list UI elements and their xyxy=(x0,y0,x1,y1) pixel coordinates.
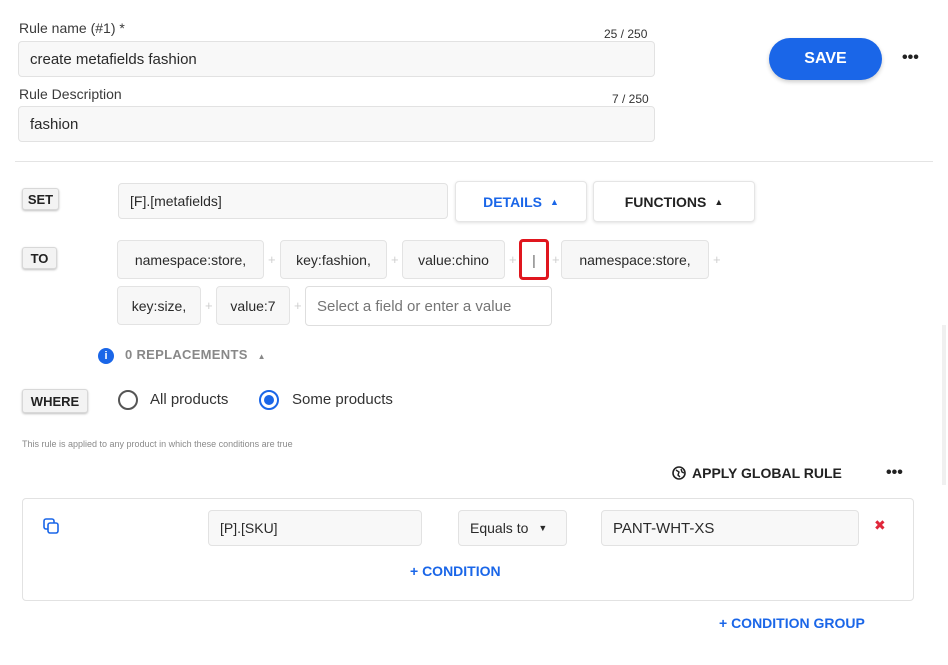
operator-label: Equals to xyxy=(470,520,529,536)
more-options-icon[interactable]: ••• xyxy=(902,49,919,67)
section-divider xyxy=(15,161,933,162)
where-helper-text: This rule is applied to any product in w… xyxy=(22,439,293,449)
caret-up-icon: ▲ xyxy=(549,196,559,207)
condition-value-input[interactable]: PANT-WHT-XS xyxy=(601,510,859,546)
chevron-down-icon: ▼ xyxy=(538,523,548,533)
to-chip[interactable]: namespace:store, xyxy=(561,240,709,279)
plus-icon[interactable]: + xyxy=(268,252,276,267)
remove-condition-icon[interactable]: ✖ xyxy=(874,517,886,534)
rule-description-counter: 7 / 250 xyxy=(612,92,649,106)
where-tag: WHERE xyxy=(22,389,88,413)
replacements-toggle[interactable]: 0 REPLACEMENTS ▲ xyxy=(125,347,266,362)
globe-icon xyxy=(672,466,686,480)
radio-all-products-label: All products xyxy=(150,391,229,408)
to-chip-separator-highlighted[interactable]: | xyxy=(519,239,549,280)
save-button[interactable]: SAVE xyxy=(769,38,882,80)
to-chip[interactable]: key:fashion, xyxy=(280,240,387,279)
plus-icon[interactable]: + xyxy=(294,298,302,313)
plus-icon[interactable]: + xyxy=(713,252,721,267)
rule-name-label: Rule name (#1) * xyxy=(19,20,125,36)
condition-field-input[interactable]: [P].[SKU] xyxy=(208,510,422,546)
details-label: DETAILS xyxy=(483,193,542,210)
copy-icon[interactable] xyxy=(43,518,59,534)
to-chip[interactable]: value:7 xyxy=(216,286,290,325)
caret-up-icon: ▲ xyxy=(714,196,724,207)
radio-some-products-label: Some products xyxy=(292,391,393,408)
scrollbar[interactable] xyxy=(942,325,946,485)
to-chip[interactable]: namespace:store, xyxy=(117,240,264,279)
to-value-input[interactable] xyxy=(305,286,552,326)
functions-label: FUNCTIONS xyxy=(624,193,707,210)
add-condition-button[interactable]: + CONDITION xyxy=(410,563,501,579)
functions-button[interactable]: FUNCTIONS ▲ xyxy=(593,181,755,222)
to-tag: TO xyxy=(22,247,57,269)
apply-global-rule-button[interactable]: APPLY GLOBAL RULE xyxy=(672,465,842,481)
global-more-icon[interactable]: ••• xyxy=(886,464,903,482)
radio-some-products[interactable] xyxy=(259,390,279,410)
to-chip[interactable]: value:chino xyxy=(402,240,505,279)
plus-icon[interactable]: + xyxy=(391,252,399,267)
add-condition-group-button[interactable]: + CONDITION GROUP xyxy=(719,615,865,631)
caret-up-icon: ▲ xyxy=(257,352,266,361)
set-field-input[interactable]: [F].[metafields] xyxy=(118,183,448,219)
apply-global-rule-label: APPLY GLOBAL RULE xyxy=(692,465,842,481)
to-chip[interactable]: key:size, xyxy=(117,286,201,325)
plus-icon[interactable]: + xyxy=(509,252,517,267)
rule-description-label: Rule Description xyxy=(19,86,122,102)
rule-description-input[interactable]: fashion xyxy=(18,106,655,142)
radio-all-products[interactable] xyxy=(118,390,138,410)
details-button[interactable]: DETAILS ▲ xyxy=(455,181,587,222)
condition-operator-select[interactable]: Equals to ▼ xyxy=(458,510,567,546)
plus-icon[interactable]: + xyxy=(552,252,560,267)
rule-name-input[interactable]: create metafields fashion xyxy=(18,41,655,77)
set-tag: SET xyxy=(22,188,59,210)
info-icon: i xyxy=(98,348,114,364)
plus-icon[interactable]: + xyxy=(205,298,213,313)
rule-name-counter: 25 / 250 xyxy=(604,27,648,41)
replacements-label: 0 REPLACEMENTS xyxy=(125,347,248,362)
